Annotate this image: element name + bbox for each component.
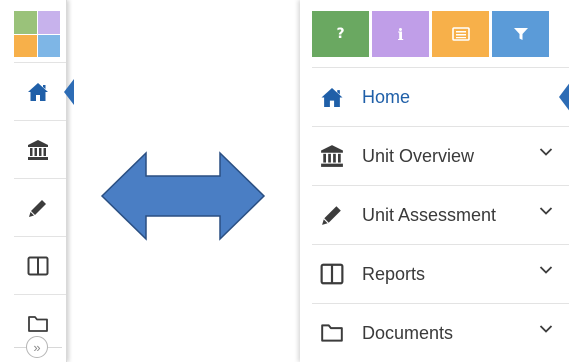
active-pointer-icon — [559, 83, 569, 111]
nav-home-label: Home — [362, 86, 411, 107]
nav-home[interactable]: Home — [312, 67, 569, 126]
notes-button[interactable] — [432, 11, 489, 57]
columns-icon — [320, 263, 344, 285]
collapsed-nav-home[interactable] — [14, 62, 74, 120]
expanded-sidebar: ? i Home Unit Overview Unit Assessment R… — [300, 0, 569, 362]
info-button[interactable]: i — [372, 11, 429, 57]
nav-documents-label: Documents — [362, 322, 454, 343]
nav-reports[interactable]: Reports — [312, 244, 569, 303]
bank-icon — [28, 139, 48, 160]
expand-divider — [48, 347, 62, 348]
columns-icon — [27, 256, 49, 275]
folder-icon — [321, 324, 343, 342]
collapsed-sidebar: » — [0, 0, 74, 362]
collapsed-nav-unit-overview[interactable] — [14, 120, 66, 178]
chevron-down-icon[interactable] — [539, 324, 553, 334]
expand-divider — [14, 347, 26, 348]
nav-unit-overview-label: Unit Overview — [362, 145, 475, 166]
chevron-down-icon[interactable] — [539, 265, 553, 275]
pencil-icon — [29, 199, 46, 217]
bank-icon — [321, 145, 343, 167]
nav-documents[interactable]: Documents — [312, 303, 569, 362]
notes-icon — [451, 27, 470, 41]
filter-icon — [513, 28, 528, 40]
filter-button[interactable] — [492, 11, 549, 57]
app-logo[interactable] — [14, 11, 60, 57]
folder-icon — [28, 315, 48, 332]
expand-sidebar-button[interactable]: » — [26, 336, 48, 358]
question-icon: ? — [336, 26, 345, 42]
help-button[interactable]: ? — [312, 11, 369, 57]
nav-reports-label: Reports — [362, 263, 426, 284]
double-arrow-icon — [100, 151, 266, 241]
pencil-icon — [322, 206, 341, 225]
sidebar-toolbar: ? i — [312, 11, 549, 57]
nav-unit-overview[interactable]: Unit Overview — [312, 126, 569, 185]
nav-unit-assessment-label: Unit Assessment — [362, 204, 497, 225]
active-pointer-icon — [64, 79, 74, 105]
nav-unit-assessment[interactable]: Unit Assessment — [312, 185, 569, 244]
home-icon — [321, 87, 343, 107]
collapsed-nav-unit-assessment[interactable] — [14, 178, 66, 236]
info-icon: i — [397, 24, 404, 44]
chevron-down-icon[interactable] — [539, 206, 553, 216]
chevron-down-icon[interactable] — [539, 147, 553, 157]
collapsed-nav-reports[interactable] — [14, 236, 66, 294]
home-icon — [28, 82, 48, 101]
expand-chevrons-icon: » — [33, 339, 41, 355]
